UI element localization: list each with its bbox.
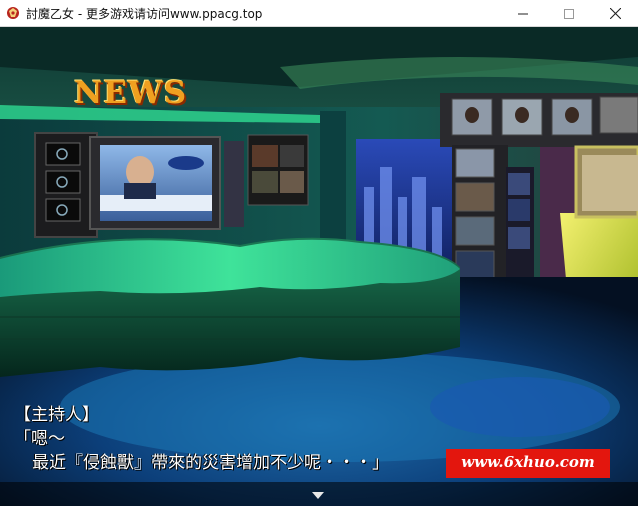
title-bar[interactable]: 討魔乙女 - 更多游戏请访问www.ppacg.top [0,0,638,27]
dialogue-line-1: 「嗯～ [14,429,65,449]
dialogue-line-2: 最近『侵蝕獸』帶來的災害增加不少呢・・・」 [32,453,389,473]
app-icon [7,7,19,19]
news-studio-scene[interactable]: NEWS 【主持人】 「嗯～ 最近『侵蝕獸』帶來的災害增加不少呢・・・」 www… [0,27,638,506]
advance-arrow-icon[interactable] [312,492,324,500]
news-logo: NEWS [74,75,188,111]
maximize-button[interactable] [546,0,592,27]
maximize-icon [564,8,574,19]
minimize-icon [518,13,528,14]
game-window: 討魔乙女 - 更多游戏请访问www.ppacg.top NEWS 【主持人】 「… [0,0,638,506]
watermark-text: www.6xhuo.com [461,453,595,471]
close-icon [609,8,621,19]
speaker-name: 【主持人】 [14,405,99,425]
watermark-banner: www.6xhuo.com [446,449,610,478]
window-title: 討魔乙女 - 更多游戏请访问www.ppacg.top [26,7,263,21]
close-button[interactable] [592,0,638,27]
minimize-button[interactable] [500,0,546,27]
